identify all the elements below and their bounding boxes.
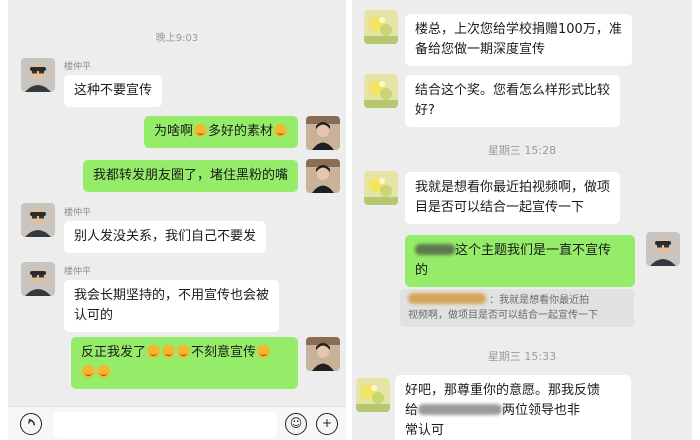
- avatar-self[interactable]: [306, 159, 340, 193]
- message-bubble[interactable]: 这种不要宣传: [64, 75, 163, 107]
- message-bubble[interactable]: 我会长期坚持的，不用宣传也会被 认可的: [64, 280, 280, 332]
- message-text: 反正我发了: [81, 345, 147, 360]
- message-bubble[interactable]: 楼总，上次您给学校捐赠100万，准 备给您做一期深度宣传: [405, 14, 632, 66]
- avatar-self[interactable]: [306, 116, 340, 150]
- message-text: 我就是想看你最近拍视频啊，做项: [415, 180, 611, 195]
- message-bubble[interactable]: 我都转发朋友圈了，堵住黑粉的嘴: [82, 160, 298, 192]
- quoted-message[interactable]: ：我就是想看你最近拍 视频啊，做项目是否可以结合一起宣传一下: [400, 289, 634, 327]
- laugh-emoji-icon: [82, 365, 95, 378]
- message-text: 好吧，那尊重你的意愿。那我反馈: [405, 383, 601, 398]
- timestamp: 星期三 15:33: [487, 350, 557, 363]
- laugh-emoji-icon: [97, 365, 110, 378]
- avatar-self[interactable]: [306, 337, 340, 371]
- avatar-contact-flowers[interactable]: [364, 171, 398, 205]
- avatar-louzhongping[interactable]: [646, 232, 680, 266]
- smile-emoji-icon: [274, 124, 287, 137]
- message-text: 目是否可以结合一起宣传一下: [415, 200, 585, 215]
- emoji-icon[interactable]: ☺: [285, 413, 307, 435]
- smile-emoji-icon: [162, 345, 176, 358]
- message-text: 常认可: [405, 423, 445, 438]
- message-bubble[interactable]: 反正我发了 不刻意宣传: [71, 337, 298, 389]
- sender-name: 楼仲平: [64, 267, 92, 277]
- message-text: 这个主题我们是一直不宣传: [455, 243, 612, 258]
- message-text: 结合这个奖。您看怎么样形式比较: [415, 83, 611, 98]
- redacted-name: [415, 244, 455, 255]
- message-text: 别人发没关系，我们自己不要发: [74, 229, 257, 244]
- screenshot-collage: 晚上9:03 楼仲平 这种不要宣传 为啥啊 多好的素材 我都转发朋友圈了，堵住黑粉…: [0, 0, 700, 440]
- timestamp: 星期三 15:28: [487, 144, 557, 157]
- avatar-louzhongping[interactable]: [21, 203, 55, 237]
- message-text: 认可的: [74, 308, 114, 323]
- message-text: 我会长期坚持的，不用宣传也会被: [74, 288, 270, 303]
- message-text: 备给您做一期深度宣传: [415, 42, 546, 57]
- quote-text: ：我就是想看你最近拍: [489, 295, 590, 306]
- message-input[interactable]: [53, 412, 277, 438]
- grimace-emoji-icon: [193, 124, 207, 137]
- message-text: 的: [415, 263, 429, 278]
- chat-panel-left: 晚上9:03 楼仲平 这种不要宣传 为啥啊 多好的素材 我都转发朋友圈了，堵住黑粉…: [8, 0, 346, 440]
- laugh-emoji-icon: [257, 345, 271, 358]
- message-text: 多好的素材: [207, 124, 273, 139]
- sender-name: 楼仲平: [64, 208, 92, 218]
- smile-emoji-icon: [177, 345, 191, 358]
- message-bubble[interactable]: 我就是想看你最近拍视频啊，做项 目是否可以结合一起宣传一下: [405, 172, 621, 224]
- message-bubble[interactable]: 这个主题我们是一直不宣传 的: [405, 235, 635, 287]
- redacted-name: [408, 293, 486, 304]
- message-text: 不刻意宣传: [191, 345, 257, 360]
- message-bubble[interactable]: 结合这个奖。您看怎么样形式比较 好?: [405, 75, 621, 127]
- timestamp: 晚上9:03: [155, 33, 199, 44]
- sender-name: 楼仲平: [64, 62, 92, 72]
- message-text: 两位领导也非: [502, 403, 581, 418]
- avatar-contact-flowers[interactable]: [364, 74, 398, 108]
- message-text: 这种不要宣传: [74, 83, 153, 98]
- avatar-contact-flowers[interactable]: [364, 10, 398, 44]
- voice-icon[interactable]: [20, 413, 42, 435]
- message-bubble[interactable]: 为啥啊 多好的素材: [143, 116, 298, 148]
- message-text: 好?: [415, 103, 435, 118]
- message-text: 为啥啊: [153, 124, 193, 139]
- smile-emoji-icon: [147, 345, 161, 358]
- message-text: 楼总，上次您给学校捐赠100万，准: [415, 22, 622, 37]
- quote-text: 视频啊，做项目是否可以结合一起宣传一下: [408, 310, 598, 321]
- avatar-louzhongping[interactable]: [21, 262, 55, 296]
- chat-panel-right: 楼总，上次您给学校捐赠100万，准 备给您做一期深度宣传 结合这个奖。您看怎么样…: [352, 0, 692, 440]
- avatar-louzhongping[interactable]: [21, 58, 55, 92]
- message-bubble[interactable]: 别人发没关系，我们自己不要发: [64, 221, 267, 253]
- redacted-name: [418, 404, 503, 415]
- message-bubble[interactable]: 好吧，那尊重你的意愿。那我反馈 给 两位领导也非 常认可: [395, 375, 631, 440]
- input-toolbar: ☺ +: [8, 406, 346, 440]
- message-text: 给: [405, 403, 419, 418]
- message-text: 我都转发朋友圈了，堵住黑粉的嘴: [92, 168, 288, 183]
- plus-icon[interactable]: +: [316, 413, 338, 435]
- avatar-contact-flowers[interactable]: [356, 378, 390, 412]
